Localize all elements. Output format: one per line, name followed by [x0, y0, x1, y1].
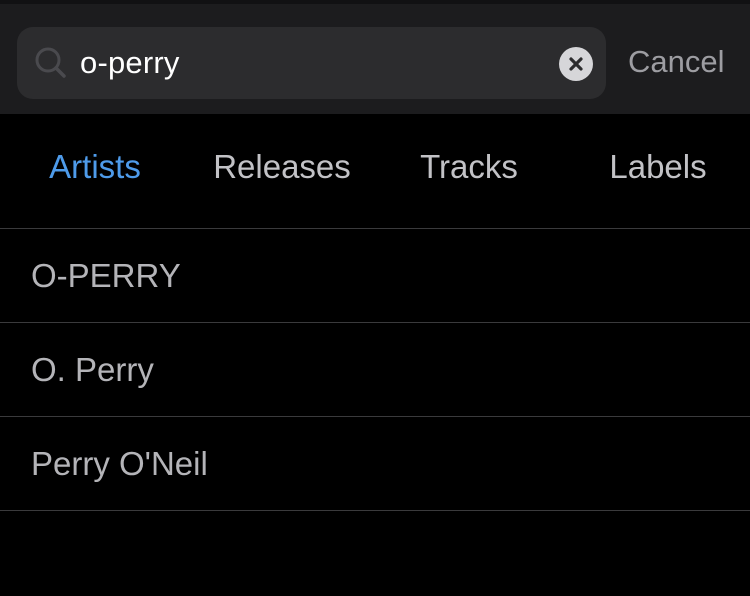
category-tabs: Artists Releases Tracks Labels	[0, 114, 750, 228]
tab-artists[interactable]: Artists	[28, 114, 162, 228]
row-divider	[0, 510, 750, 511]
search-field[interactable]: o-perry	[17, 27, 606, 99]
clear-icon[interactable]	[559, 47, 593, 81]
result-row[interactable]: O. Perry	[0, 323, 750, 416]
result-name: O. Perry	[31, 351, 154, 388]
result-name: O-PERRY	[31, 257, 181, 294]
search-header: o-perry Cancel	[0, 0, 750, 114]
search-icon	[35, 47, 66, 78]
result-row[interactable]: Perry O'Neil	[0, 417, 750, 510]
cancel-button[interactable]: Cancel	[628, 27, 725, 99]
result-name: Perry O'Neil	[31, 445, 208, 482]
tab-releases[interactable]: Releases	[200, 114, 364, 228]
tab-labels[interactable]: Labels	[592, 114, 724, 228]
search-input[interactable]: o-perry	[80, 27, 180, 99]
tab-tracks[interactable]: Tracks	[404, 114, 534, 228]
result-row[interactable]: O-PERRY	[0, 229, 750, 322]
x-mark-icon	[569, 57, 583, 71]
